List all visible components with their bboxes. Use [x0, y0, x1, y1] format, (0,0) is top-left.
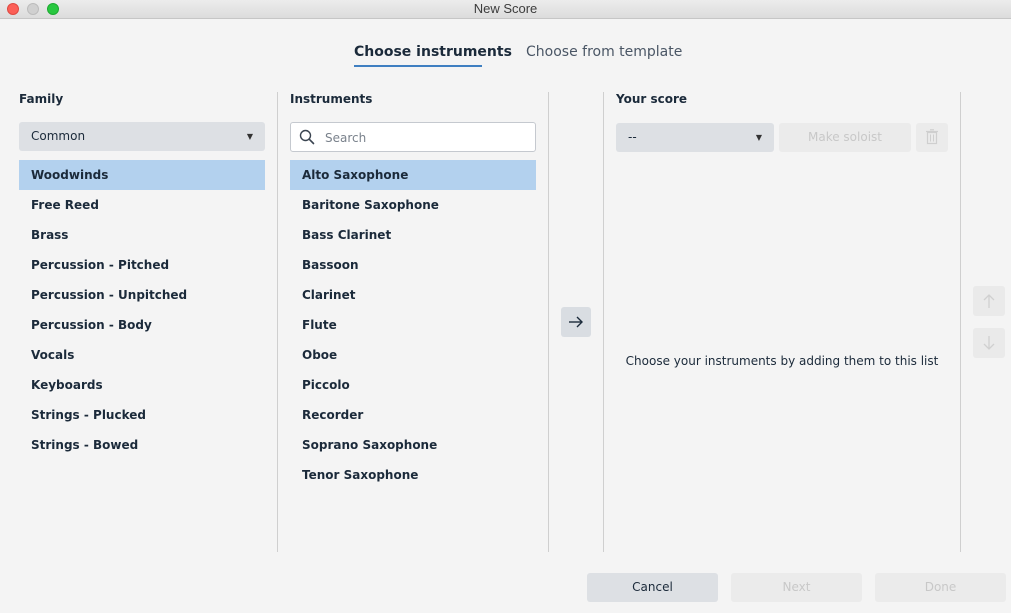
column-divider — [277, 92, 278, 552]
chevron-down-icon: ▼ — [755, 133, 762, 142]
instrument-item-bass-clarinet[interactable]: Bass Clarinet — [290, 220, 536, 250]
make-soloist-button[interactable]: Make soloist — [779, 123, 911, 152]
your-score-heading: Your score — [616, 92, 688, 106]
cancel-button[interactable]: Cancel — [587, 573, 718, 602]
done-button[interactable]: Done — [875, 573, 1006, 602]
instrument-item-soprano-saxophone[interactable]: Soprano Saxophone — [290, 430, 536, 460]
instrument-item-tenor-saxophone[interactable]: Tenor Saxophone — [290, 460, 536, 490]
instrument-item-alto-saxophone[interactable]: Alto Saxophone — [290, 160, 536, 190]
search-input[interactable] — [323, 128, 527, 148]
family-item-percussion-pitched[interactable]: Percussion - Pitched — [19, 250, 265, 280]
instrument-item-baritone-saxophone[interactable]: Baritone Saxophone — [290, 190, 536, 220]
family-item-free-reed[interactable]: Free Reed — [19, 190, 265, 220]
search-icon — [299, 129, 315, 145]
arrow-up-icon — [983, 294, 995, 308]
family-item-percussion-unpitched[interactable]: Percussion - Unpitched — [19, 280, 265, 310]
family-dropdown-value: Common — [31, 129, 86, 143]
family-dropdown[interactable]: Common ▼ — [19, 122, 265, 151]
chevron-down-icon: ▼ — [246, 132, 253, 141]
tab-choose-from-template[interactable]: Choose from template — [526, 44, 682, 60]
arrow-right-icon — [569, 316, 583, 328]
family-item-woodwinds[interactable]: Woodwinds — [19, 160, 265, 190]
instrument-item-flute[interactable]: Flute — [290, 310, 536, 340]
title-bar: New Score — [0, 0, 1011, 19]
trash-icon — [926, 129, 938, 145]
family-item-strings-bowed[interactable]: Strings - Bowed — [19, 430, 265, 460]
window-title: New Score — [473, 1, 538, 16]
delete-instrument-button[interactable] — [916, 123, 948, 152]
instrument-item-clarinet[interactable]: Clarinet — [290, 280, 536, 310]
tab-choose-instruments[interactable]: Choose instruments — [354, 44, 512, 60]
score-part-dropdown-value: -- — [628, 130, 637, 144]
instruments-heading: Instruments — [290, 92, 373, 106]
empty-score-message: Choose your instruments by adding them t… — [625, 354, 939, 368]
instrument-search[interactable] — [290, 122, 536, 152]
instrument-item-oboe[interactable]: Oboe — [290, 340, 536, 370]
arrow-down-icon — [983, 336, 995, 350]
active-tab-indicator — [354, 65, 482, 67]
family-item-keyboards[interactable]: Keyboards — [19, 370, 265, 400]
column-divider — [960, 92, 961, 552]
instrument-item-piccolo[interactable]: Piccolo — [290, 370, 536, 400]
next-button[interactable]: Next — [731, 573, 862, 602]
instrument-list: Alto Saxophone Baritone Saxophone Bass C… — [290, 160, 536, 490]
family-list: Woodwinds Free Reed Brass Percussion - P… — [19, 160, 265, 460]
family-heading: Family — [19, 92, 64, 106]
family-item-strings-plucked[interactable]: Strings - Plucked — [19, 400, 265, 430]
column-divider — [548, 92, 549, 552]
column-divider — [603, 92, 604, 552]
score-part-dropdown[interactable]: -- ▼ — [616, 123, 774, 152]
family-item-percussion-body[interactable]: Percussion - Body — [19, 310, 265, 340]
move-down-button[interactable] — [973, 328, 1005, 358]
move-up-button[interactable] — [973, 286, 1005, 316]
family-item-brass[interactable]: Brass — [19, 220, 265, 250]
instrument-item-bassoon[interactable]: Bassoon — [290, 250, 536, 280]
instrument-item-recorder[interactable]: Recorder — [290, 400, 536, 430]
add-instrument-button[interactable] — [561, 307, 591, 337]
family-item-vocals[interactable]: Vocals — [19, 340, 265, 370]
